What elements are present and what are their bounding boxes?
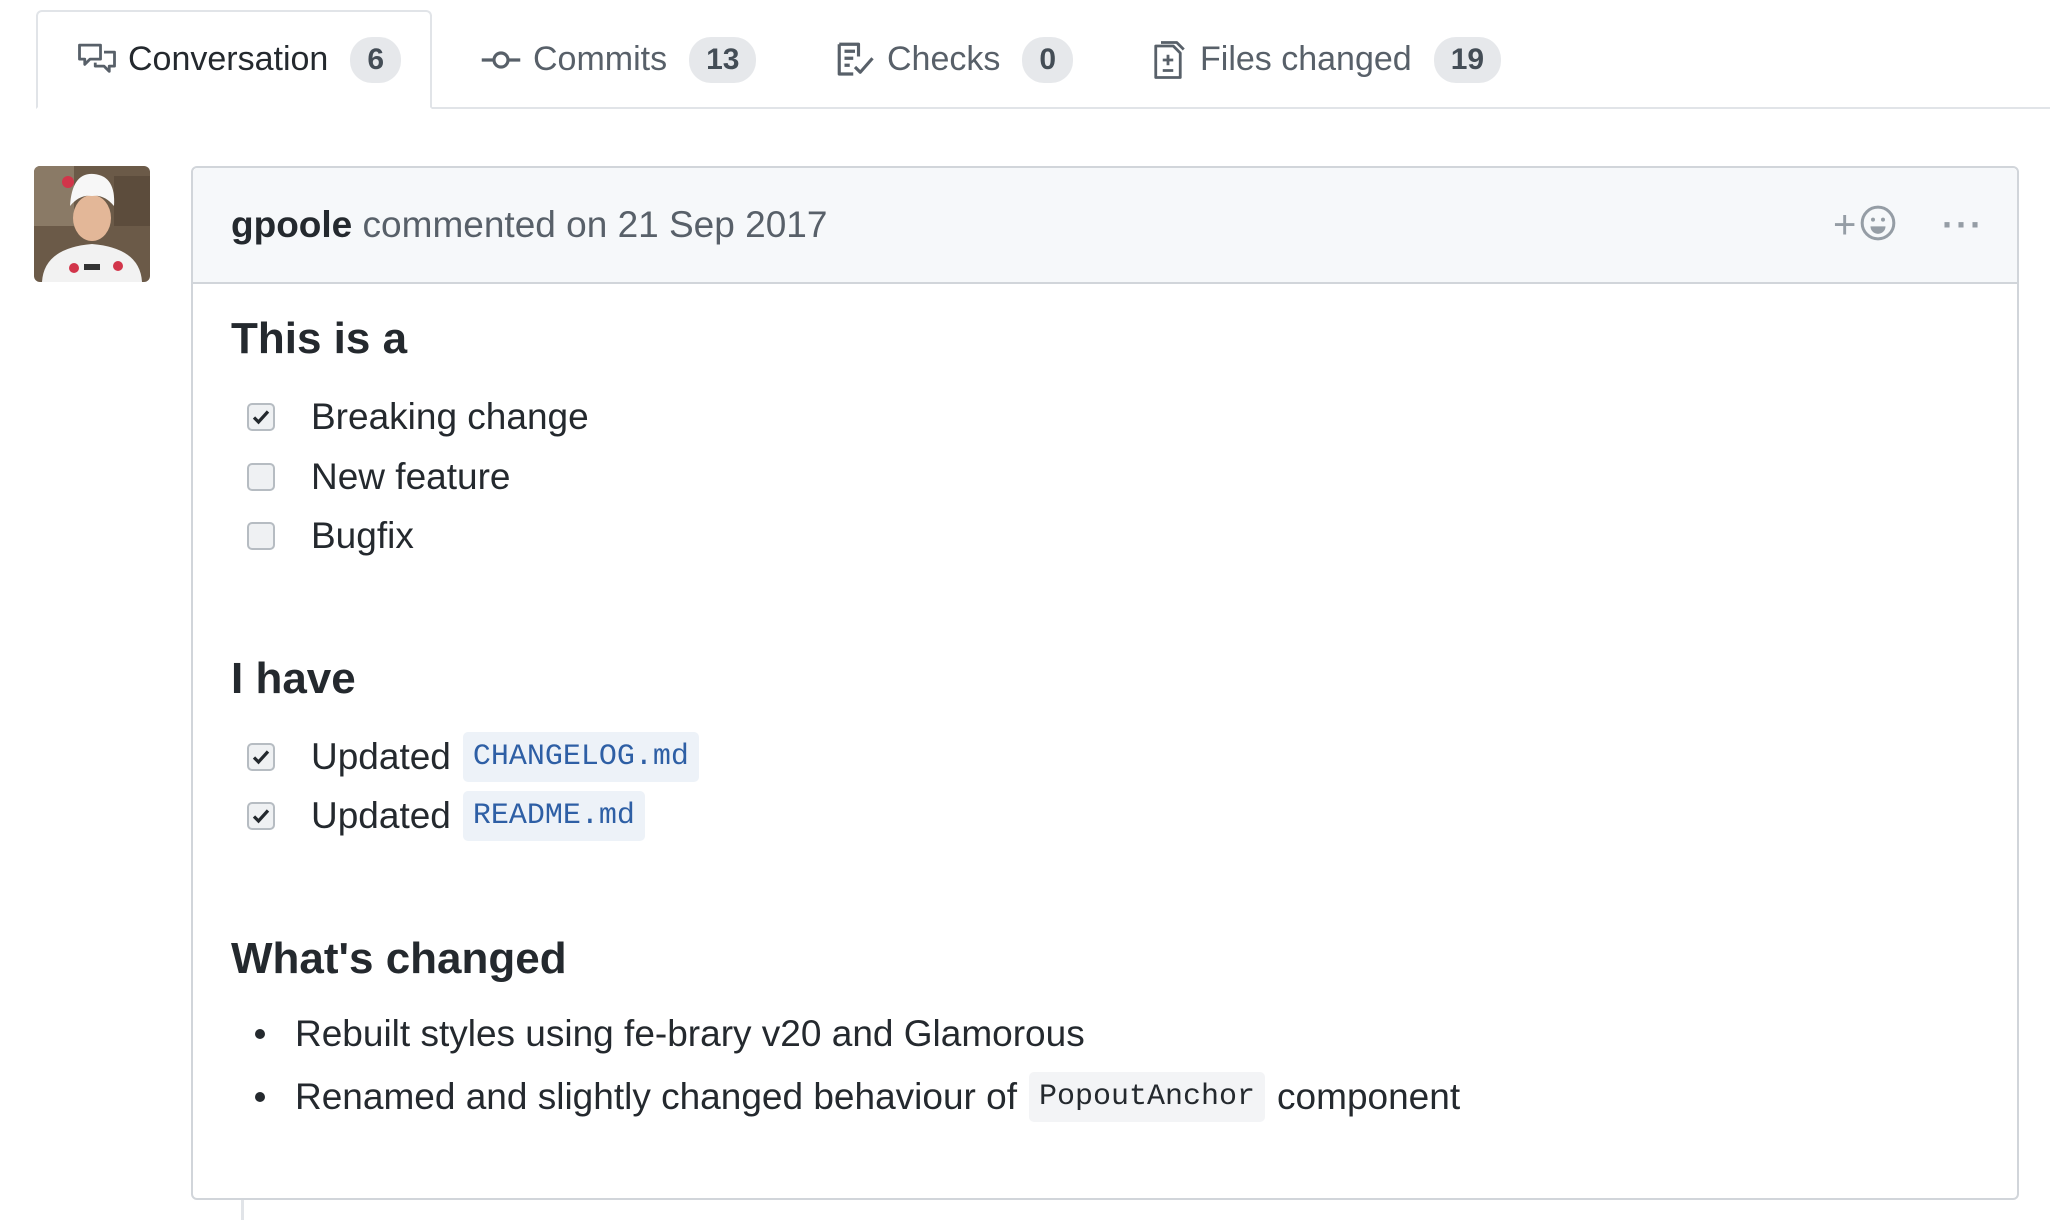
comment-header: gpoole commented on 21 Sep 2017 + ··· <box>193 168 2017 284</box>
avatar[interactable] <box>34 166 150 282</box>
inline-code: CHANGELOG.md <box>462 732 699 782</box>
list-item-text: Renamed and slightly changed behaviour o… <box>295 1076 1017 1117</box>
task-label: Bugfix <box>311 515 414 556</box>
task-list-item: Breaking change <box>247 392 589 442</box>
task-list-item: Updated README.md <box>247 791 645 841</box>
comment-author-link[interactable]: gpoole <box>231 204 352 245</box>
tab-counter: 19 <box>1433 36 1502 83</box>
section-heading: This is a <box>231 314 408 363</box>
task-list-item: Bugfix <box>247 511 414 561</box>
comment-meta: gpoole commented on 21 Sep 2017 <box>231 204 827 246</box>
list-item: Rebuilt styles using fe-brary v20 and Gl… <box>255 1009 1085 1059</box>
section-heading: I have <box>231 654 356 703</box>
plus-label: + <box>1833 203 1857 247</box>
add-reaction-button[interactable]: + <box>1833 196 1898 254</box>
checklist-icon <box>833 38 877 82</box>
task-checkbox[interactable] <box>247 403 275 431</box>
tab-counter: 6 <box>350 36 402 83</box>
task-label: New feature <box>311 456 511 497</box>
task-checkbox[interactable] <box>247 463 275 491</box>
tab-counter: 13 <box>689 36 757 83</box>
list-item: Renamed and slightly changed behaviour o… <box>255 1072 1460 1122</box>
task-checkbox[interactable] <box>247 743 275 771</box>
bullet-dot <box>255 1029 265 1039</box>
tab-files-changed[interactable]: Files changed 19 <box>1108 10 1539 109</box>
list-item-text: Rebuilt styles using fe-brary v20 and Gl… <box>295 1013 1085 1054</box>
inline-code: PopoutAnchor <box>1029 1072 1266 1122</box>
task-label: Breaking change <box>311 396 589 437</box>
comment-discussion-icon <box>76 38 118 82</box>
list-item-text: component <box>1277 1076 1461 1117</box>
task-list-item: Updated CHANGELOG.md <box>247 732 699 782</box>
smiley-icon <box>1858 203 1898 248</box>
tab-label: Files changed <box>1200 40 1412 78</box>
tab-counter: 0 <box>1022 36 1074 83</box>
inline-code: README.md <box>462 791 645 841</box>
section-heading: What's changed <box>231 934 567 983</box>
comment-timestamp[interactable]: commented on 21 Sep 2017 <box>352 204 828 245</box>
bullet-dot <box>255 1092 265 1102</box>
tab-label: Checks <box>887 40 1001 78</box>
tab-conversation[interactable]: Conversation 6 <box>36 10 432 109</box>
tab-commits[interactable]: Commits 13 <box>441 10 794 109</box>
task-list-item: New feature <box>247 452 511 502</box>
task-checkbox[interactable] <box>247 522 275 550</box>
task-label: Updated <box>311 795 451 836</box>
tab-label: Commits <box>533 40 668 78</box>
task-checkbox[interactable] <box>247 802 275 830</box>
diff-icon <box>1146 38 1190 82</box>
task-label: Updated <box>311 736 451 777</box>
pull-request-tabs: Conversation 6 Commits 13 Checks 0 Files… <box>0 0 2050 112</box>
kebab-menu-button[interactable]: ··· <box>1933 196 1993 254</box>
tab-label: Conversation <box>128 40 329 78</box>
git-commit-icon <box>479 38 523 82</box>
comment-box: gpoole commented on 21 Sep 2017 + ··· Th… <box>191 166 2019 1200</box>
timeline-line <box>241 1200 244 1220</box>
tab-checks[interactable]: Checks 0 <box>795 10 1111 109</box>
